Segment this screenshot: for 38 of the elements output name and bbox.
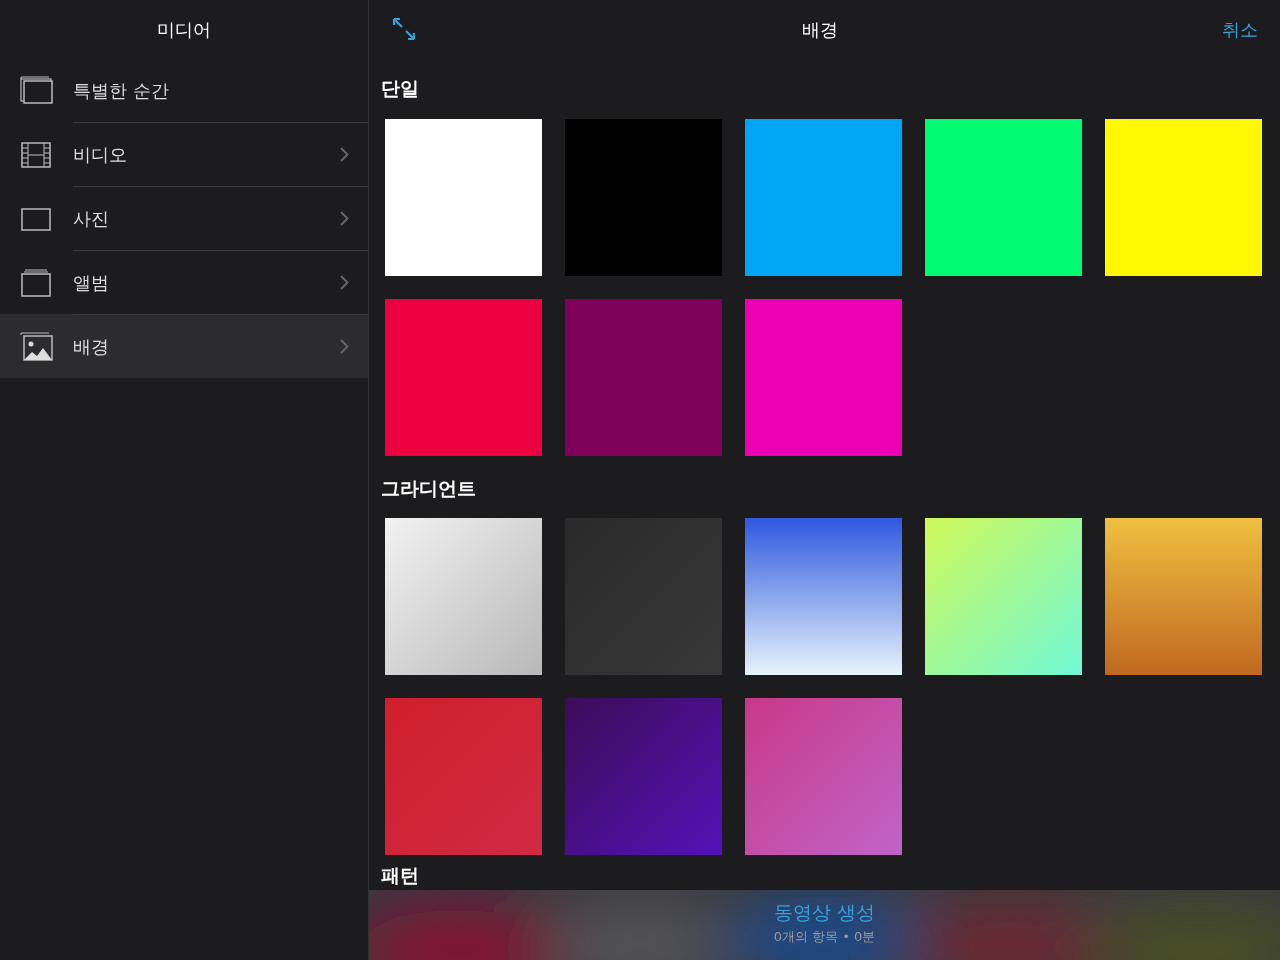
- sidebar-title: 미디어: [157, 17, 211, 42]
- color-swatch[interactable]: [1105, 118, 1262, 276]
- section-title: 단일: [381, 76, 420, 101]
- item-label: 비디오: [73, 142, 128, 167]
- stacked-frames-icon: [20, 75, 53, 105]
- panel-title: 배경: [801, 17, 838, 42]
- section-title: 그라디언트: [381, 475, 477, 501]
- color-swatch[interactable]: [1105, 518, 1262, 675]
- image-icon: [20, 331, 53, 361]
- color-swatch[interactable]: [565, 518, 722, 675]
- sidebar-item[interactable]: 비디오: [0, 122, 368, 186]
- item-label: 앨범: [73, 270, 110, 295]
- item-label: 배경: [73, 334, 110, 359]
- sidebar-item[interactable]: 사진: [0, 186, 368, 250]
- color-swatch[interactable]: [385, 298, 542, 456]
- color-swatch[interactable]: [925, 518, 1082, 675]
- sidebar-item[interactable]: 배경: [0, 314, 368, 378]
- film-icon: [20, 139, 53, 169]
- footer-subtitle: 0개의 항목 • 0분: [773, 927, 876, 946]
- color-swatch[interactable]: [385, 518, 542, 675]
- album-icon: [20, 267, 53, 297]
- color-swatch[interactable]: [565, 118, 722, 276]
- cancel-button[interactable]: 취소: [1222, 15, 1258, 43]
- color-swatch[interactable]: [745, 518, 902, 675]
- color-swatch[interactable]: [565, 298, 722, 456]
- color-swatch[interactable]: [565, 698, 722, 855]
- color-swatch[interactable]: [745, 698, 902, 855]
- color-swatch[interactable]: [745, 118, 902, 276]
- item-label: 사진: [73, 206, 110, 231]
- section-title: 패턴: [381, 863, 420, 888]
- color-swatch[interactable]: [385, 118, 542, 276]
- color-swatch[interactable]: [745, 298, 902, 456]
- item-label: 특별한 순간: [73, 78, 170, 103]
- color-swatch[interactable]: [925, 118, 1082, 276]
- resize-icon[interactable]: [391, 16, 417, 42]
- sidebar-item[interactable]: 특별한 순간: [0, 58, 368, 122]
- sidebar-item[interactable]: 앨범: [0, 250, 368, 314]
- color-swatch[interactable]: [385, 698, 542, 855]
